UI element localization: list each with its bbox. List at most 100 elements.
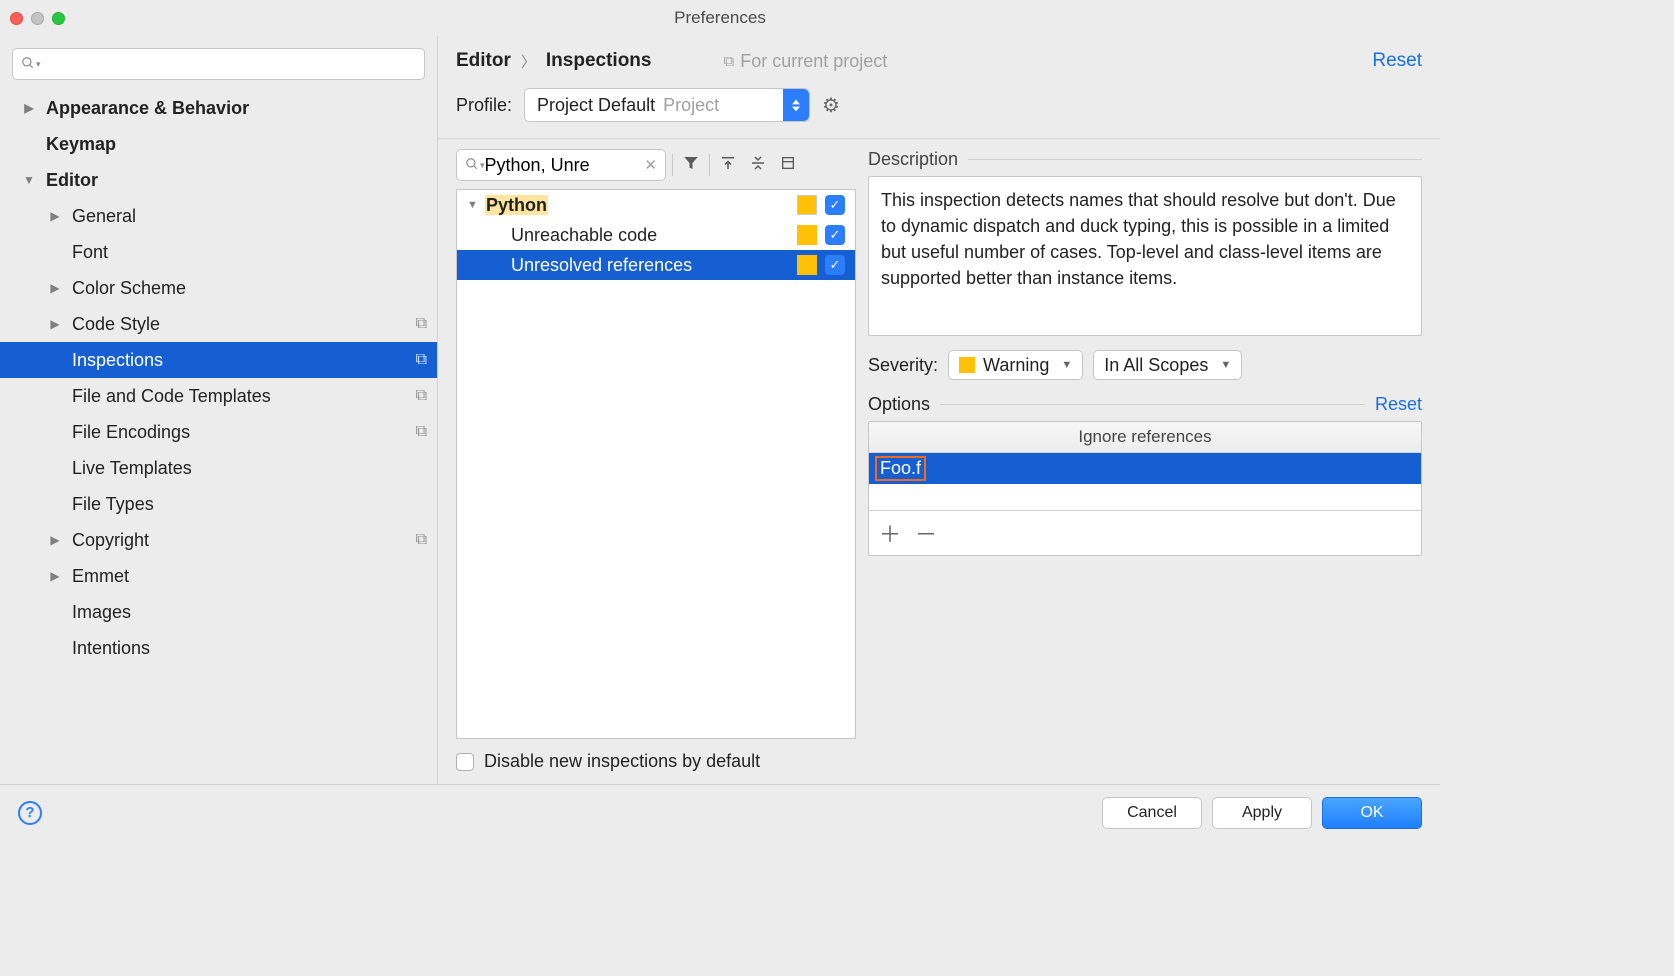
severity-label: Severity: [868, 355, 938, 376]
search-icon [465, 155, 479, 176]
sidebar-item-label: File Types [72, 494, 154, 515]
sidebar-item-label: Inspections [72, 350, 163, 371]
sidebar-item-label: File Encodings [72, 422, 190, 443]
sidebar-item[interactable]: Color Scheme [0, 270, 437, 306]
sidebar-item[interactable]: Font [0, 234, 437, 270]
for-current-project-label: ⧉ For current project [723, 51, 887, 72]
inspection-item-row[interactable]: Unreachable code ✓ [457, 220, 855, 250]
expand-all-icon[interactable] [716, 154, 740, 177]
remove-icon[interactable]: － [915, 517, 937, 549]
ok-button[interactable]: OK [1322, 797, 1422, 829]
window-title: Preferences [0, 8, 1440, 28]
sidebar-search-input[interactable] [47, 55, 416, 73]
table-header: Ignore references [869, 422, 1421, 453]
gear-icon[interactable]: ⚙ [822, 93, 840, 118]
maximize-window-button[interactable] [52, 12, 65, 25]
add-icon[interactable]: ＋ [879, 517, 901, 549]
reset-link[interactable]: Reset [1372, 50, 1422, 72]
collapse-all-icon[interactable] [746, 154, 770, 177]
chevron-down-icon: ▼ [1061, 359, 1072, 371]
chevron-right-icon [48, 317, 62, 331]
sidebar-item[interactable]: File Types [0, 486, 437, 522]
sidebar-item[interactable]: Images [0, 594, 437, 630]
stepper-arrows-icon [783, 89, 809, 121]
checkbox-enabled[interactable]: ✓ [825, 255, 845, 275]
severity-select[interactable]: Warning ▼ [948, 350, 1083, 380]
sidebar-item-label: General [72, 206, 136, 227]
titlebar: Preferences [0, 0, 1440, 36]
sidebar-item[interactable]: Editor [0, 162, 437, 198]
disable-new-inspections-row[interactable]: Disable new inspections by default [438, 739, 1440, 784]
scope-select[interactable]: In All Scopes ▼ [1093, 350, 1242, 380]
profile-select[interactable]: Project Default Project [524, 88, 810, 122]
inspection-group-row[interactable]: ▼ Python ✓ [457, 190, 855, 220]
chevron-right-icon: 〉 [521, 51, 536, 72]
minimize-window-button[interactable] [31, 12, 44, 25]
table-row[interactable]: Foo.f [869, 453, 1421, 484]
divider [940, 404, 1365, 405]
divider [672, 154, 673, 176]
chevron-down-icon [22, 173, 36, 187]
sidebar-item-label: Copyright [72, 530, 149, 551]
reset-view-icon[interactable] [776, 155, 800, 176]
disable-new-label: Disable new inspections by default [484, 751, 760, 772]
chevron-right-icon [48, 569, 62, 583]
breadcrumb-root[interactable]: Editor [456, 50, 511, 72]
sidebar-search[interactable]: ▾ [12, 48, 425, 80]
profile-label: Profile: [456, 95, 512, 116]
checkbox-enabled[interactable]: ✓ [825, 225, 845, 245]
cancel-button[interactable]: Cancel [1102, 797, 1202, 829]
sidebar-item-label: Font [72, 242, 108, 263]
preferences-sidebar: ▾ Appearance & Behavior Keymap Editor Gener… [0, 36, 438, 784]
help-icon[interactable]: ? [18, 801, 42, 825]
inspection-item-row[interactable]: Unresolved references ✓ [457, 250, 855, 280]
sidebar-item-label: Keymap [46, 134, 116, 155]
inspection-list: ▼ Python ✓ Unreachable code ✓ Unresolved… [456, 189, 856, 739]
filter-icon[interactable] [679, 154, 703, 177]
description-title: Description [868, 149, 958, 170]
sidebar-item-label: Appearance & Behavior [46, 98, 249, 119]
inspection-search-input[interactable] [485, 155, 605, 176]
clear-icon[interactable]: ✕ [644, 156, 657, 174]
divider [968, 159, 1422, 160]
table-cell-value[interactable]: Foo.f [875, 456, 926, 481]
sidebar-item-label: Editor [46, 170, 98, 191]
sidebar-item[interactable]: Code Style⧉ [0, 306, 437, 342]
chevron-right-icon [48, 281, 62, 295]
sidebar-item[interactable]: Keymap [0, 126, 437, 162]
breadcrumb: Editor 〉 Inspections [456, 50, 651, 72]
chevron-down-icon: ▾ [36, 59, 41, 70]
sidebar-item[interactable]: File and Code Templates⧉ [0, 378, 437, 414]
apply-button[interactable]: Apply [1212, 797, 1312, 829]
checkbox[interactable] [456, 753, 474, 771]
ignore-references-table: Ignore references Foo.f ＋ － [868, 421, 1422, 556]
sidebar-item[interactable]: Live Templates [0, 450, 437, 486]
chevron-right-icon [22, 101, 36, 115]
sidebar-item-label: Live Templates [72, 458, 192, 479]
close-window-button[interactable] [10, 12, 23, 25]
sidebar-item-label: Color Scheme [72, 278, 186, 299]
chevron-down-icon: ▼ [467, 199, 485, 211]
divider [709, 154, 710, 176]
sidebar-item[interactable]: Emmet [0, 558, 437, 594]
sidebar-item[interactable]: Appearance & Behavior [0, 90, 437, 126]
project-scope-icon: ⧉ [416, 315, 427, 333]
sidebar-item[interactable]: Inspections⧉ [0, 342, 437, 378]
profile-value: Project Default [537, 95, 655, 116]
sidebar-tree: Appearance & Behavior Keymap Editor General… [0, 90, 437, 784]
options-reset-link[interactable]: Reset [1375, 394, 1422, 415]
sidebar-item[interactable]: Copyright⧉ [0, 522, 437, 558]
project-scope-icon: ⧉ [723, 53, 734, 70]
severity-icon [959, 357, 975, 373]
checkbox-enabled[interactable]: ✓ [825, 195, 845, 215]
severity-icon [797, 255, 817, 275]
sidebar-item[interactable]: General [0, 198, 437, 234]
description-text: This inspection detects names that shoul… [868, 176, 1422, 336]
chevron-down-icon: ▼ [1220, 359, 1231, 371]
project-scope-icon: ⧉ [416, 423, 427, 441]
inspection-search[interactable]: ▾ ✕ [456, 149, 666, 181]
sidebar-item[interactable]: File Encodings ⧉ [0, 414, 437, 450]
sidebar-item[interactable]: Intentions [0, 630, 437, 666]
chevron-right-icon [48, 533, 62, 547]
sidebar-item-label: Images [72, 602, 131, 623]
